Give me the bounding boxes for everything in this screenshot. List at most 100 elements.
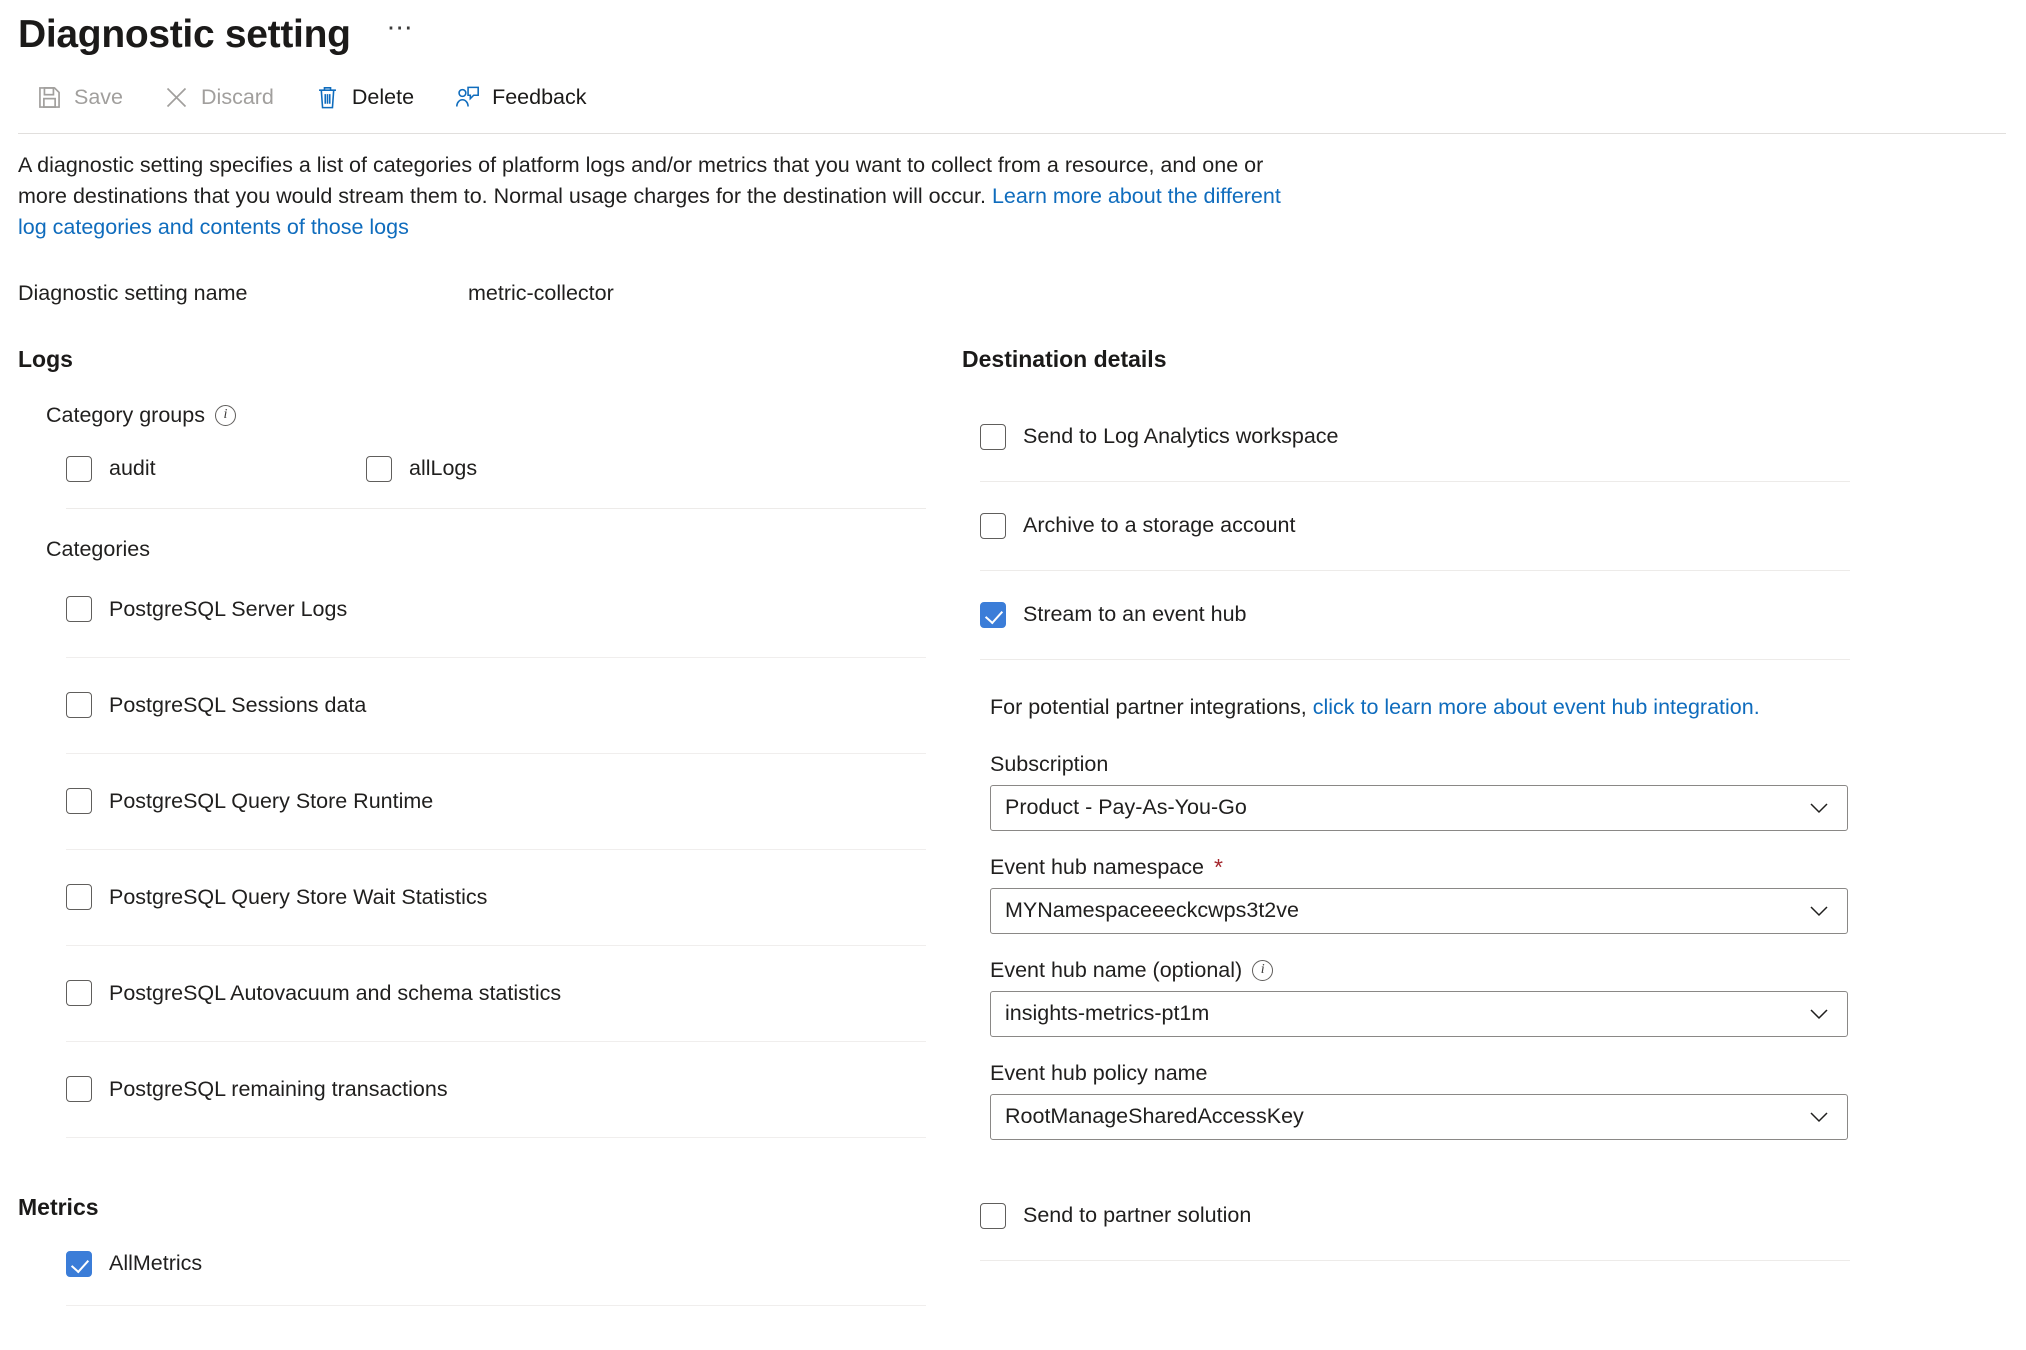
event-hub-namespace-label: Event hub namespace *: [990, 855, 1924, 880]
category-checkbox-box[interactable]: [66, 1076, 92, 1103]
event-hub-checkbox-box[interactable]: [980, 601, 1006, 628]
category-row[interactable]: PostgreSQL Query Store Runtime: [18, 754, 930, 849]
alllogs-checkbox-box[interactable]: [366, 455, 392, 482]
allmetrics-checkbox-box[interactable]: [66, 1250, 92, 1277]
checkbox-postgresql-query-store-wait-statistics[interactable]: PostgreSQL Query Store Wait Statistics: [66, 884, 488, 911]
category-row[interactable]: PostgreSQL Autovacuum and schema statist…: [18, 946, 930, 1041]
required-asterisk-icon: *: [1213, 853, 1223, 880]
category-label: PostgreSQL Autovacuum and schema statist…: [109, 980, 562, 1005]
event-hub-integration-link[interactable]: click to learn more about event hub inte…: [1313, 695, 1760, 719]
destination-divider: [980, 658, 1850, 660]
checkbox-postgresql-query-store-runtime[interactable]: PostgreSQL Query Store Runtime: [66, 788, 434, 815]
storage-account-label: Archive to a storage account: [1023, 513, 1296, 538]
checkbox-postgresql-remaining-transactions[interactable]: PostgreSQL remaining transactions: [66, 1076, 448, 1103]
category-label: PostgreSQL Sessions data: [109, 692, 367, 717]
category-label: PostgreSQL Query Store Runtime: [109, 788, 434, 813]
diagnostic-setting-name-value: metric-collector: [468, 280, 614, 305]
checkbox-postgresql-autovacuum-and-schema-statistics[interactable]: PostgreSQL Autovacuum and schema statist…: [66, 980, 562, 1007]
destination-column: Destination details Send to Log Analytic…: [930, 346, 1930, 1306]
category-row[interactable]: PostgreSQL Sessions data: [18, 658, 930, 753]
category-groups-info-icon[interactable]: i: [214, 404, 236, 426]
metrics-list: AllMetrics: [18, 1250, 930, 1277]
metrics-section-title: Metrics: [18, 1193, 99, 1220]
category-label: PostgreSQL remaining transactions: [109, 1076, 448, 1101]
category-checkbox-box[interactable]: [66, 596, 92, 623]
categories-header: Categories: [18, 537, 930, 562]
log-analytics-checkbox-box[interactable]: [980, 423, 1006, 450]
category-checkbox-box[interactable]: [66, 980, 92, 1007]
feedback-button[interactable]: Feedback: [448, 78, 604, 117]
destination-row[interactable]: Archive to a storage account: [946, 482, 1930, 570]
diagnostic-setting-name-label: Diagnostic setting name: [18, 280, 248, 305]
category-checkbox-box[interactable]: [66, 884, 92, 911]
delete-button[interactable]: Delete: [308, 78, 432, 117]
partner-solution-checkbox-box[interactable]: [980, 1202, 1006, 1229]
diagnostic-setting-page: Diagnostic setting ⋯ Save Discard Delete…: [0, 0, 2026, 1350]
event-hub-name-value: insights-metrics-pt1m: [1005, 1001, 1210, 1026]
discard-label: Discard: [201, 85, 274, 110]
command-bar: Save Discard Delete Feedback: [0, 57, 2026, 121]
audit-checkbox-box[interactable]: [66, 455, 92, 482]
chevron-down-icon: [1810, 1112, 1828, 1122]
destination-row[interactable]: Stream to an event hub: [946, 571, 1930, 659]
category-label: PostgreSQL Query Store Wait Statistics: [109, 884, 488, 909]
checkbox-audit[interactable]: audit: [66, 455, 366, 482]
discard-icon: [163, 84, 190, 111]
subscription-select[interactable]: Product - Pay-As-You-Go: [990, 784, 1848, 831]
category-groups-label: Category groups: [46, 402, 205, 427]
checkbox-postgresql-server-logs[interactable]: PostgreSQL Server Logs: [66, 596, 348, 623]
discard-button[interactable]: Discard: [157, 78, 292, 117]
event-hub-name-select[interactable]: insights-metrics-pt1m: [990, 990, 1848, 1037]
event-hub-namespace-select[interactable]: MYNamespaceeeckcwps3t2ve: [990, 887, 1848, 934]
category-groups-divider: [66, 507, 926, 509]
event-hub-namespace-value: MYNamespaceeeckcwps3t2ve: [1005, 898, 1299, 923]
field-event-hub-namespace: Event hub namespace * MYNamespaceeeckcwp…: [946, 855, 1930, 934]
destination-divider: [980, 1259, 1850, 1261]
event-hub-policy-name-value: RootManageSharedAccessKey: [1005, 1104, 1304, 1129]
category-row[interactable]: PostgreSQL Query Store Wait Statistics: [18, 850, 930, 945]
field-subscription: Subscription Product - Pay-As-You-Go: [946, 752, 1930, 831]
partner-note-prefix: For potential partner integrations,: [990, 694, 1313, 719]
category-row[interactable]: PostgreSQL Server Logs: [18, 562, 930, 657]
event-hub-label: Stream to an event hub: [1023, 602, 1247, 627]
log-analytics-label: Send to Log Analytics workspace: [1023, 424, 1339, 449]
destination-row[interactable]: Send to Log Analytics workspace: [946, 393, 1930, 481]
logs-column: Logs Category groups i audit allLogs Cat…: [0, 346, 930, 1306]
destination-section-title: Destination details: [962, 345, 1167, 372]
checkbox-postgresql-sessions-data[interactable]: PostgreSQL Sessions data: [66, 692, 367, 719]
checkbox-archive-to-storage-account[interactable]: Archive to a storage account: [980, 512, 1296, 539]
destination-row[interactable]: Send to partner solution: [946, 1172, 1930, 1260]
event-hub-name-label: Event hub name (optional) i: [990, 958, 1924, 983]
field-event-hub-name: Event hub name (optional) i insights-met…: [946, 958, 1930, 1037]
category-checkbox-box[interactable]: [66, 788, 92, 815]
delete-label: Delete: [351, 85, 415, 110]
checkbox-alllogs[interactable]: allLogs: [366, 455, 477, 482]
checkbox-allmetrics[interactable]: AllMetrics: [66, 1250, 930, 1277]
diagnostic-setting-name-row: Diagnostic setting name metric-collector: [0, 243, 2026, 306]
audit-label: audit: [109, 456, 156, 481]
overflow-menu-icon[interactable]: ⋯: [387, 14, 415, 56]
save-icon: [36, 84, 63, 111]
chevron-down-icon: [1810, 906, 1828, 916]
category-groups-header: Category groups i: [18, 403, 930, 428]
metrics-divider: [66, 1304, 926, 1306]
event-hub-name-info-icon[interactable]: i: [1252, 959, 1274, 981]
save-button[interactable]: Save: [30, 78, 141, 117]
checkbox-send-to-partner-solution[interactable]: Send to partner solution: [980, 1202, 1251, 1229]
delete-icon: [314, 84, 341, 111]
checkbox-stream-to-event-hub[interactable]: Stream to an event hub: [980, 601, 1247, 628]
category-row[interactable]: PostgreSQL remaining transactions: [18, 1042, 930, 1137]
storage-account-checkbox-box[interactable]: [980, 512, 1006, 539]
checkbox-send-to-log-analytics-workspace[interactable]: Send to Log Analytics workspace: [980, 423, 1339, 450]
category-divider: [66, 1136, 926, 1138]
category-checkbox-box[interactable]: [66, 692, 92, 719]
chevron-down-icon: [1810, 803, 1828, 813]
subscription-value: Product - Pay-As-You-Go: [1005, 795, 1247, 820]
save-label: Save: [74, 85, 124, 110]
field-event-hub-policy-name: Event hub policy name RootManageSharedAc…: [946, 1061, 1930, 1140]
event-hub-policy-name-select[interactable]: RootManageSharedAccessKey: [990, 1093, 1848, 1140]
category-label: PostgreSQL Server Logs: [109, 596, 348, 621]
content-columns: Logs Category groups i audit allLogs Cat…: [0, 306, 2026, 1306]
categories-label: Categories: [46, 536, 150, 561]
page-header: Diagnostic setting ⋯: [0, 0, 2026, 57]
